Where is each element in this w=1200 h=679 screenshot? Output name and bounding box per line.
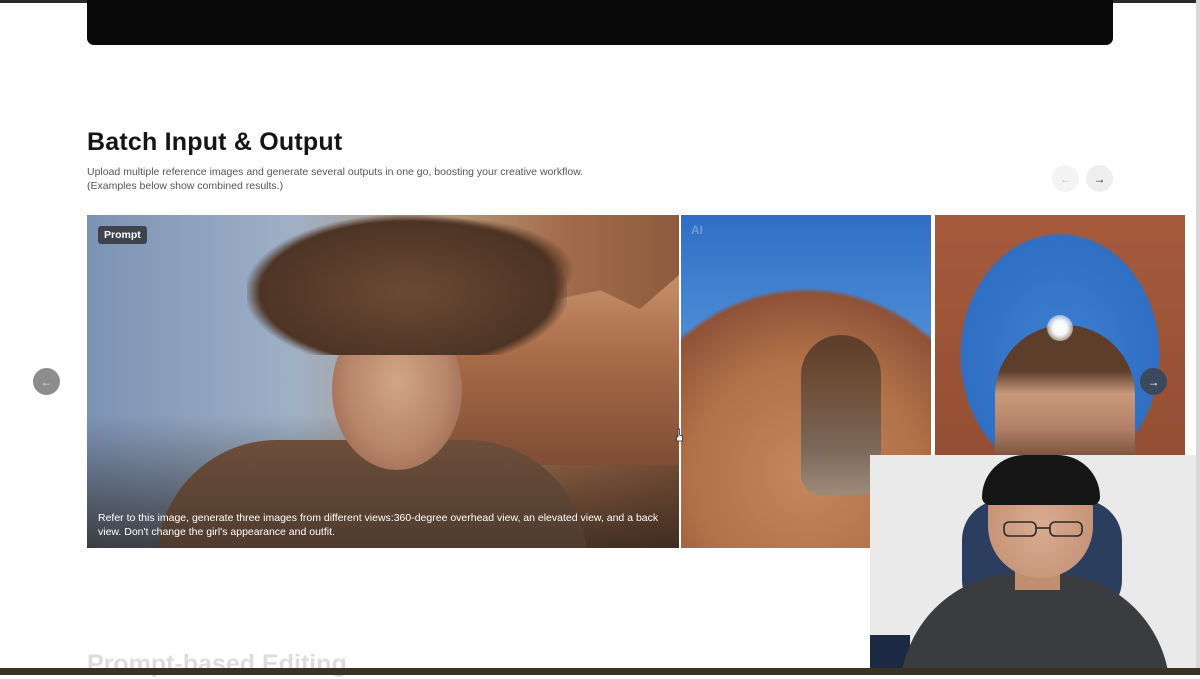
prompt-caption: Refer to this image, generate three imag…	[98, 512, 659, 538]
window-bottom-edge	[0, 668, 1200, 675]
hand-cursor-icon	[675, 428, 683, 442]
ai-badge: AI	[691, 223, 703, 237]
overhead-view-figure	[801, 335, 881, 495]
previous-section-media	[87, 0, 1113, 45]
carousel-next-button[interactable]: →	[1086, 165, 1113, 192]
page-scrollbar[interactable]	[1196, 0, 1200, 675]
arrow-right-icon: →	[1093, 171, 1106, 186]
section-description-line-2: (Examples below show combined results.)	[87, 180, 284, 192]
arrow-left-icon: ←	[1059, 171, 1072, 186]
slide-prev-button[interactable]: ←	[33, 368, 60, 395]
slide-next-button[interactable]: →	[1140, 368, 1167, 395]
arrow-left-icon: ←	[40, 374, 53, 389]
webcam-overlay	[870, 455, 1196, 668]
carousel-prev-button[interactable]: ←	[1052, 165, 1079, 192]
sun-glare	[1047, 315, 1073, 341]
glasses-icon	[1003, 521, 1083, 537]
prompt-badge: Prompt	[98, 226, 147, 244]
webcam-person-hair	[982, 455, 1100, 505]
section-title: Batch Input & Output	[87, 128, 343, 156]
section-description-line-1: Upload multiple reference images and gen…	[87, 166, 584, 178]
prompt-reference-card[interactable]: Prompt Refer to this image, generate thr…	[87, 215, 679, 548]
section-description: Upload multiple reference images and gen…	[87, 165, 647, 193]
cowboy-hat-image	[247, 215, 567, 355]
arrow-right-icon: →	[1147, 374, 1160, 389]
